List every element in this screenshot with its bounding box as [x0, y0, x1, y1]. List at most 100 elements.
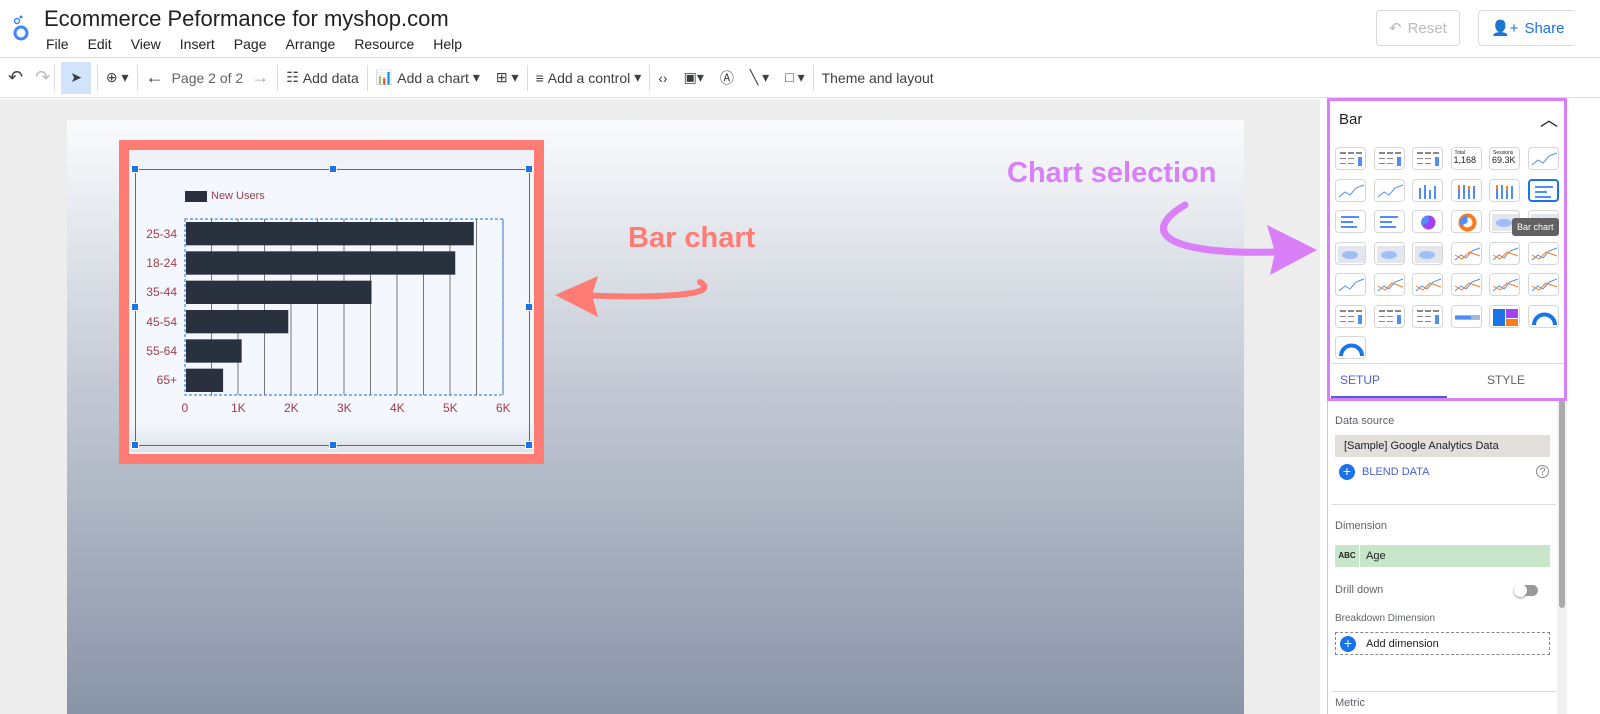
chart-type-table-icon[interactable]: [1335, 147, 1366, 170]
chart-type-sbar-icon[interactable]: [1489, 178, 1520, 202]
theme-layout-button[interactable]: Theme and layout: [814, 62, 942, 94]
bar-25-34[interactable]: [186, 222, 474, 246]
menu-arrange[interactable]: Arrange: [286, 36, 336, 52]
menu-help[interactable]: Help: [433, 36, 462, 52]
shape-button[interactable]: □ ▾: [777, 62, 812, 94]
y-tick-label: 18-24: [146, 256, 177, 270]
drill-down-toggle[interactable]: [1514, 584, 1538, 597]
x-tick-label: 3K: [337, 401, 352, 415]
zoom-button[interactable]: ⊕ ▾: [98, 62, 137, 94]
annotation-chart-selection: Chart selection: [1007, 157, 1217, 189]
bar-45-54[interactable]: [186, 310, 289, 334]
page-indicator: Page 2 of 2: [171, 69, 244, 86]
chart-type-combo-icon[interactable]: [1489, 241, 1520, 265]
chart-type-table-icon[interactable]: [1373, 304, 1405, 328]
resize-handle[interactable]: [329, 441, 337, 449]
collapse-icon[interactable]: ︿: [1540, 106, 1558, 132]
chart-type-scatter-icon[interactable]: [1489, 273, 1520, 296]
toolbar: ↶ ↷ ➤ ⊕ ▾ ← Page 2 of 2 → ☷ Add data 📊 Add…: [0, 58, 1600, 98]
chart-type-hbar-icon[interactable]: [1527, 178, 1559, 202]
community-viz-button[interactable]: ⊞ ▾: [488, 62, 527, 94]
chart-type-sbar-icon[interactable]: [1450, 178, 1482, 202]
redo-button[interactable]: ↷: [31, 62, 54, 94]
chart-type-total-icon[interactable]: Total 1,168: [1450, 147, 1482, 170]
bar-18-24[interactable]: [186, 251, 456, 275]
bar-55-64[interactable]: [186, 339, 242, 363]
share-button[interactable]: 👤+ Share: [1478, 10, 1577, 46]
bar-65+[interactable]: [186, 368, 224, 392]
data-source-field[interactable]: [Sample] Google Analytics Data: [1335, 435, 1550, 457]
tab-setup[interactable]: SETUP: [1340, 373, 1380, 387]
bar-35-44[interactable]: [186, 280, 372, 304]
chart-type-donut-icon[interactable]: [1450, 210, 1482, 233]
chart-type-map-icon[interactable]: [1412, 241, 1443, 265]
chart-type-bar-icon[interactable]: [1412, 178, 1443, 202]
chart-type-treemap-icon[interactable]: [1489, 304, 1520, 328]
resize-handle[interactable]: [525, 441, 533, 449]
chart-type-table-icon[interactable]: [1412, 304, 1443, 328]
embed-button[interactable]: ‹›: [650, 62, 675, 94]
app-header: Ecommerce Peformance for myshop.com File…: [0, 0, 1600, 58]
image-button[interactable]: ▣▾: [676, 62, 712, 94]
chart-type-line-icon[interactable]: [1527, 147, 1559, 170]
resize-handle[interactable]: [131, 165, 139, 173]
chart-type-area-icon[interactable]: [1450, 273, 1482, 296]
resize-handle[interactable]: [525, 165, 533, 173]
chart-type-bullet-icon[interactable]: [1450, 304, 1482, 328]
chart-type-hbar-icon[interactable]: [1373, 210, 1405, 233]
arrow-right-icon: [1160, 201, 1317, 275]
add-circle-icon[interactable]: +: [1339, 464, 1355, 480]
menu-insert[interactable]: Insert: [180, 36, 215, 52]
dimension-chip[interactable]: ABC Age: [1335, 545, 1550, 567]
chart-type-table-icon[interactable]: [1373, 147, 1405, 170]
blend-data-button[interactable]: BLEND DATA: [1362, 466, 1429, 478]
annotation-bar-chart: Bar chart: [628, 222, 756, 254]
select-tool-button[interactable]: ➤: [61, 61, 91, 94]
chart-type-gauge-icon[interactable]: [1527, 304, 1559, 328]
report-title[interactable]: Ecommerce Peformance for myshop.com: [44, 6, 449, 32]
add-dimension-button[interactable]: + Add dimension: [1335, 632, 1550, 655]
chart-type-map-icon[interactable]: [1335, 241, 1366, 265]
text-button[interactable]: Ⓐ: [712, 62, 742, 94]
next-page-button[interactable]: →: [243, 62, 277, 94]
undo-button[interactable]: ↶: [0, 62, 31, 94]
menu-page[interactable]: Page: [234, 36, 267, 52]
prev-page-button[interactable]: ←: [138, 62, 172, 94]
add-control-button[interactable]: ≡ Add a control ▾: [528, 62, 650, 94]
scrollbar[interactable]: [1557, 398, 1567, 714]
tab-style[interactable]: STYLE: [1487, 373, 1525, 387]
menu-resource[interactable]: Resource: [354, 36, 414, 52]
chart-type-line-icon[interactable]: [1335, 273, 1366, 296]
chart-type-sessions-icon[interactable]: Sessions 69.3K: [1489, 147, 1520, 170]
chart-type-map-icon[interactable]: [1373, 241, 1405, 265]
resize-handle[interactable]: [329, 165, 337, 173]
chart-type-area-icon[interactable]: [1412, 273, 1443, 296]
chart-type-scatter-icon[interactable]: [1527, 273, 1559, 296]
resize-handle[interactable]: [131, 441, 139, 449]
text-type-icon: ABC: [1335, 545, 1360, 567]
chart-type-area-icon[interactable]: [1373, 273, 1405, 296]
x-tick-label: 0: [181, 401, 189, 415]
line-icon: ╲ ▾: [749, 69, 770, 85]
menu-edit[interactable]: Edit: [88, 36, 112, 52]
menu-file[interactable]: File: [46, 36, 69, 52]
chart-type-table-icon[interactable]: [1412, 147, 1443, 170]
help-icon[interactable]: ?: [1536, 465, 1549, 478]
chart-type-hbar-icon[interactable]: [1335, 210, 1366, 233]
add-chart-button[interactable]: 📊 Add a chart ▾: [368, 62, 488, 94]
line-button[interactable]: ╲ ▾: [742, 62, 777, 94]
x-tick-label: 2K: [284, 401, 299, 415]
chart-type-combo-icon[interactable]: [1527, 241, 1559, 265]
chart-type-table-icon[interactable]: [1335, 304, 1366, 328]
chart-type-pie-icon[interactable]: [1412, 210, 1443, 233]
chart-type-header: Bar: [1339, 111, 1363, 128]
y-tick-label: 45-54: [146, 314, 177, 329]
chart-type-line-icon[interactable]: [1373, 178, 1405, 202]
tab-indicator: [1331, 396, 1447, 398]
add-data-button[interactable]: ☷ Add data: [278, 62, 367, 94]
menu-view[interactable]: View: [131, 36, 161, 52]
chart-type-gauge-icon[interactable]: [1335, 336, 1366, 359]
chart-type-combo-icon[interactable]: [1450, 241, 1482, 265]
reset-button[interactable]: ↶ Reset: [1376, 10, 1460, 46]
chart-type-line-icon[interactable]: [1335, 178, 1366, 202]
